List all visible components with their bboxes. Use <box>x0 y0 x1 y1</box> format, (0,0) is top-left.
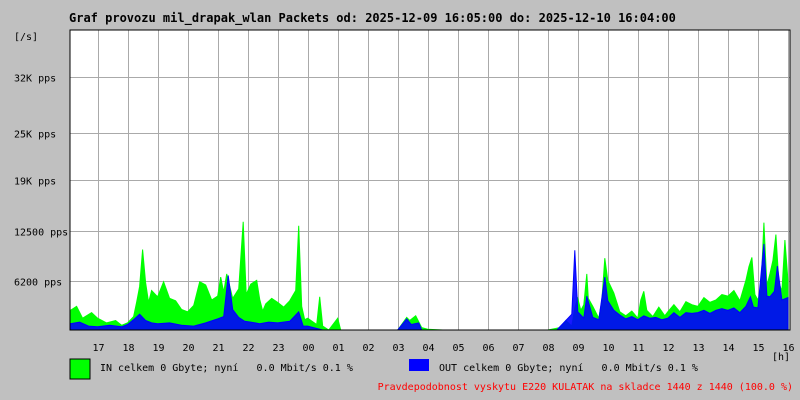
legend-out-swatch <box>409 359 429 371</box>
x-tick-label: 12 <box>662 343 674 354</box>
x-tick-labels: 17 18 19 20 21 22 23 00 01 02 03 04 05 06 07 08 09 10 11 12… <box>92 343 794 354</box>
chart-title: Graf provozu mil_drapak_wlan Packets od:… <box>69 11 676 26</box>
chart-canvas: Graf provozu mil_drapak_wlan Packets od:… <box>14 11 795 393</box>
x-tick-label: 20 <box>182 343 194 354</box>
y-axis-unit: [/s] <box>14 32 38 43</box>
x-tick-label: 13 <box>692 343 704 354</box>
x-tick-label: 18 <box>122 343 134 354</box>
legend-in-swatch <box>69 358 91 380</box>
legend-out-label: OUT celkem 0 Gbyte; nyní 0.0 Mbit/s 0.1 … <box>439 362 698 374</box>
y-tick-labels: 6200 pps 12500 pps 19K pps 25K pps 32K pps <box>14 74 68 289</box>
traffic-chart: Graf provozu mil_drapak_wlan Packets od:… <box>0 0 800 400</box>
legend-in-label: IN celkem 0 Gbyte; nyní 0.0 Mbit/s 0.1 % <box>100 362 353 374</box>
x-tick-label: 21 <box>212 343 224 354</box>
y-tick-label: 25K pps <box>14 130 56 141</box>
y-tick-label: 32K pps <box>14 74 56 85</box>
x-tick-label: 00 <box>302 343 314 354</box>
y-tick-label: 12500 pps <box>14 228 68 239</box>
x-tick-label: 19 <box>152 343 164 354</box>
x-tick-label: 17 <box>92 343 104 354</box>
x-tick-label: 15 <box>752 343 764 354</box>
y-tick-label: 6200 pps <box>14 278 62 289</box>
footer-probability-text: Pravdepodobnost vyskytu E220 KULATAK na … <box>378 382 793 393</box>
x-tick-label: 04 <box>422 343 434 354</box>
y-tick-label: 19K pps <box>14 177 56 188</box>
x-tick-label: 11 <box>632 343 644 354</box>
x-tick-label: 06 <box>482 343 494 354</box>
x-tick-label: 10 <box>602 343 614 354</box>
x-tick-label: 02 <box>362 343 374 354</box>
x-axis-unit: [h] <box>772 352 790 363</box>
x-tick-label: 01 <box>332 343 344 354</box>
x-tick-label: 03 <box>392 343 404 354</box>
x-tick-label: 09 <box>572 343 584 354</box>
x-tick-label: 22 <box>242 343 254 354</box>
x-tick-label: 14 <box>722 343 734 354</box>
x-tick-label: 05 <box>452 343 464 354</box>
x-tick-label: 23 <box>272 343 284 354</box>
x-tick-label: 08 <box>542 343 554 354</box>
x-tick-label: 07 <box>512 343 524 354</box>
